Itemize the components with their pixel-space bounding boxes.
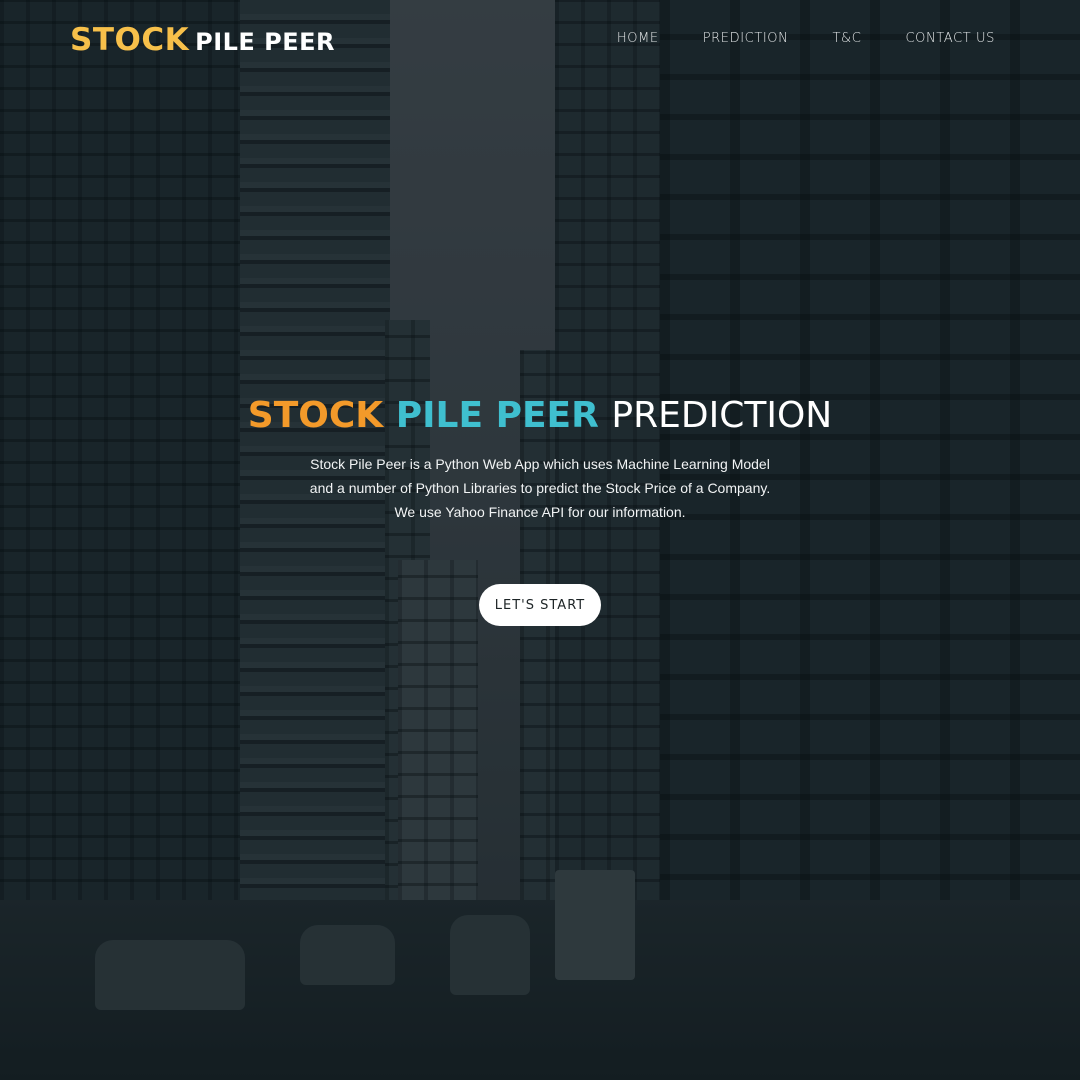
nav-item-home[interactable]: HOME (617, 31, 659, 46)
nav-item-contact-us[interactable]: CONTACT US (905, 31, 995, 46)
hero-description-line: We use Yahoo Finance API for our informa… (394, 504, 686, 520)
hero-title-pile-peer: PILE PEER (395, 395, 599, 436)
nav-item-terms[interactable]: T&C (832, 31, 861, 46)
logo-secondary-text: PILE PEER (195, 28, 336, 56)
hero-title-prediction: PREDICTION (611, 395, 833, 436)
site-header: STOCK PILE PEER HOME PREDICTION T&C CONTA… (0, 0, 1080, 80)
background-image (0, 0, 1080, 1080)
hero-description-line: and a number of Python Libraries to pred… (309, 480, 771, 496)
hero-title: STOCK PILE PEER PREDICTION (0, 392, 1080, 440)
main-nav: HOME PREDICTION T&C CONTACT US (617, 31, 995, 46)
nav-item-prediction[interactable]: PREDICTION (703, 31, 789, 46)
lets-start-button[interactable]: LET'S START (479, 584, 601, 626)
logo-primary-text: STOCK (70, 22, 190, 58)
landing-page: STOCK PILE PEER HOME PREDICTION T&C CONTA… (0, 0, 1080, 1080)
hero-description: Stock Pile Peer is a Python Web App whic… (260, 452, 820, 524)
hero-section: STOCK PILE PEER PREDICTION Stock Pile Pe… (0, 392, 1080, 524)
site-logo[interactable]: STOCK PILE PEER (70, 22, 335, 58)
hero-title-stock: STOCK (247, 395, 384, 436)
hero-description-line: Stock Pile Peer is a Python Web App whic… (310, 456, 770, 472)
